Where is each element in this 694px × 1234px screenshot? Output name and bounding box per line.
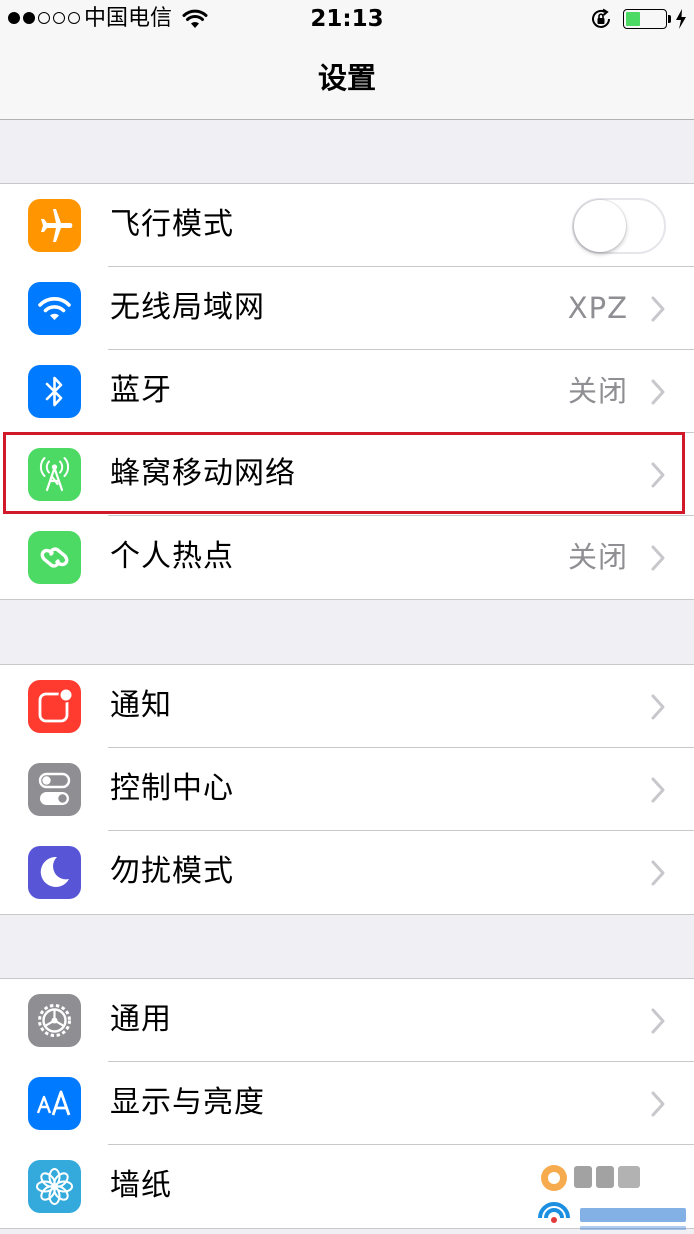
settings-row-label: 墙纸: [110, 1168, 172, 1203]
settings-row-label: 飞行模式: [110, 207, 234, 242]
moon-icon: [28, 846, 81, 899]
chevron-right-icon: [651, 860, 665, 886]
hotspot-link-icon: [28, 531, 81, 584]
navigation-bar: 设置: [0, 38, 694, 120]
settings-row-label: 显示与亮度: [110, 1085, 265, 1120]
chevron-right-icon: [651, 462, 665, 488]
settings-row-airplane[interactable]: 飞行模式: [0, 184, 694, 267]
settings-row-wifi[interactable]: 无线局域网 XPZ: [0, 267, 694, 350]
battery-level: [626, 12, 640, 26]
settings-row-label: 个人热点: [110, 539, 234, 574]
battery-icon: [623, 9, 667, 29]
rotation-lock-icon: [592, 8, 610, 28]
settings-row-value: 关闭: [567, 374, 628, 408]
settings-row-notifications[interactable]: 通知: [0, 665, 694, 748]
settings-row-general[interactable]: 通用: [0, 979, 694, 1062]
gear-icon: [28, 994, 81, 1047]
settings-row-label: 控制中心: [110, 771, 234, 806]
watermark-logo: [538, 1165, 686, 1230]
chevron-right-icon: [651, 379, 665, 405]
charging-bolt-icon: [676, 9, 686, 29]
settings-row-label: 蓝牙: [110, 373, 172, 408]
wifi-icon: [28, 282, 81, 335]
notifications-icon: [28, 680, 81, 733]
settings-row-label: 通用: [110, 1002, 172, 1037]
control-center-icon: [28, 763, 81, 816]
settings-group-connectivity: 飞行模式 无线局域网 XPZ 蓝牙 关闭 蜂窝移动网络 个人热点 关闭: [0, 183, 694, 600]
airplane-mode-toggle[interactable]: [572, 198, 666, 254]
chevron-right-icon: [651, 1008, 665, 1034]
settings-group-notifications: 通知 控制中心 勿扰模式: [0, 664, 694, 915]
airplane-icon: [28, 199, 81, 252]
settings-row-label: 蜂窝移动网络: [110, 456, 296, 491]
toggle-knob: [574, 200, 626, 252]
chevron-right-icon: [651, 694, 665, 720]
settings-row-label: 通知: [110, 688, 172, 723]
settings-row-control-center[interactable]: 控制中心: [0, 748, 694, 831]
settings-row-label: 无线局域网: [110, 290, 265, 325]
settings-row-value: 关闭: [567, 540, 628, 574]
chevron-right-icon: [651, 296, 665, 322]
settings-row-value: XPZ: [567, 291, 628, 325]
text-size-icon: [28, 1077, 81, 1130]
battery-tip: [668, 15, 671, 23]
cellular-antenna-icon: [28, 448, 81, 501]
settings-row-cellular[interactable]: 蜂窝移动网络: [0, 433, 694, 516]
status-bar: 中国电信 21:13: [0, 0, 694, 38]
settings-row-bluetooth[interactable]: 蓝牙 关闭: [0, 350, 694, 433]
bluetooth-icon: [28, 365, 81, 418]
settings-row-display[interactable]: 显示与亮度: [0, 1062, 694, 1145]
chevron-right-icon: [651, 1091, 665, 1117]
page-title: 设置: [317, 61, 376, 95]
chevron-right-icon: [651, 777, 665, 803]
settings-row-label: 勿扰模式: [110, 854, 234, 889]
settings-row-do-not-disturb[interactable]: 勿扰模式: [0, 831, 694, 914]
chevron-right-icon: [651, 545, 665, 571]
flower-icon: [28, 1160, 81, 1213]
settings-row-hotspot[interactable]: 个人热点 关闭: [0, 516, 694, 599]
